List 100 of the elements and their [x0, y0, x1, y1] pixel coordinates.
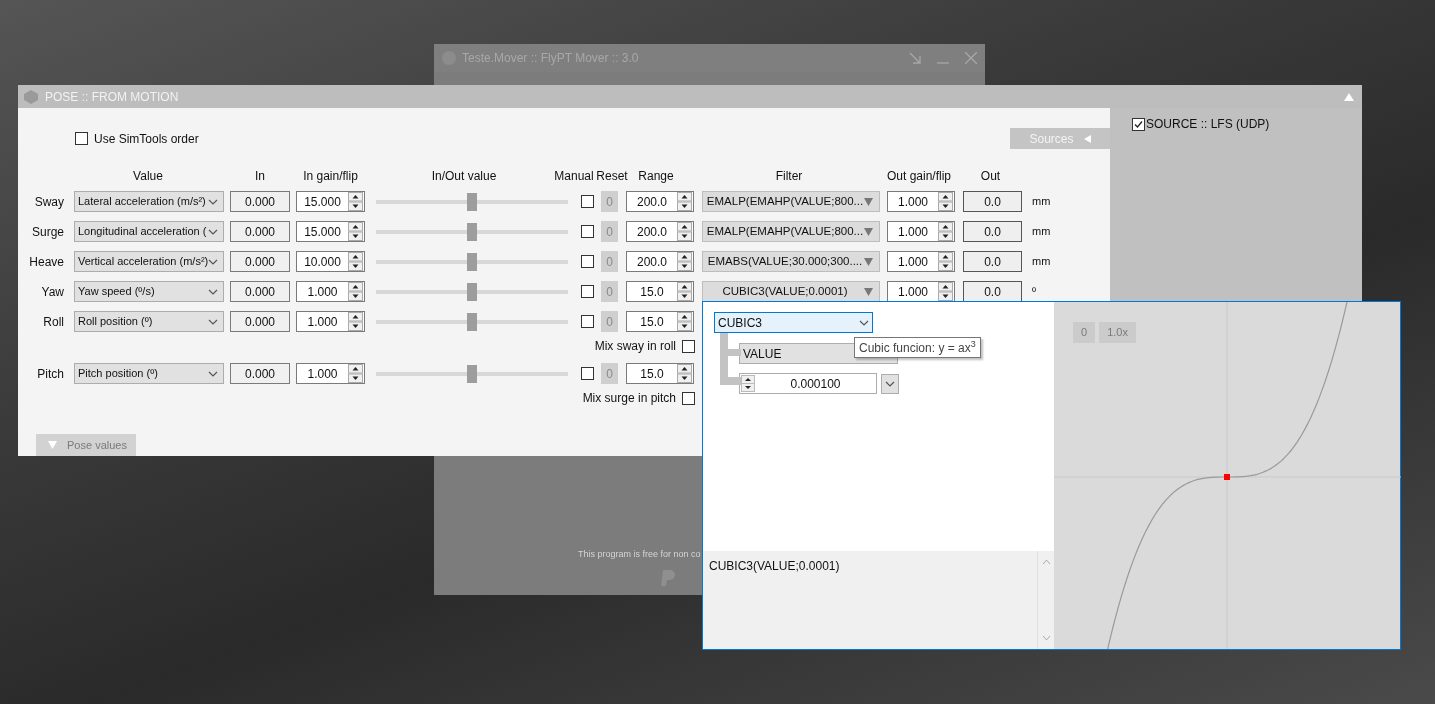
spin-arrows-icon[interactable]: [938, 282, 953, 301]
parameter-field[interactable]: 0.000100: [739, 373, 877, 394]
filter-dropdown[interactable]: CUBIC3(VALUE;0.0001): [702, 281, 880, 302]
filter-dropdown[interactable]: EMALP(EMAHP(VALUE;800...: [702, 221, 880, 242]
chevron-down-icon: [208, 370, 218, 377]
triangle-down-icon: [864, 257, 873, 266]
manual-checkbox[interactable]: [581, 367, 594, 380]
chevron-down-icon: [208, 258, 219, 265]
mix-checkbox[interactable]: [682, 339, 695, 353]
signal-source-dropdown[interactable]: Longitudinal acceleration (: [74, 221, 224, 242]
column-header: Out: [979, 168, 1002, 185]
axis-label: Surge: [30, 223, 64, 241]
spin-arrows-icon[interactable]: [677, 312, 692, 331]
expression-text: CUBIC3(VALUE;0.0001): [708, 558, 841, 575]
unit-label: mm: [1032, 224, 1051, 240]
triangle-down-icon: [48, 441, 57, 449]
spin-arrows-icon[interactable]: [348, 364, 363, 383]
axis-label: Roll: [42, 313, 64, 331]
number-field[interactable]: 10.000: [296, 251, 365, 272]
slider-thumb[interactable]: [467, 222, 477, 241]
spin-arrows-icon[interactable]: [741, 375, 755, 392]
signal-source-dropdown[interactable]: Pitch position (º): [74, 363, 224, 384]
column-header: In/Out value: [430, 168, 498, 185]
filter-dropdown[interactable]: EMABS(VALUE;30.000;300....: [702, 251, 880, 272]
out-value-field: 0.0: [963, 281, 1022, 302]
mix-label: Mix surge in pitch: [582, 390, 676, 407]
number-field[interactable]: 200.0: [626, 221, 694, 242]
triangle-down-icon: [864, 227, 873, 236]
number-field[interactable]: 1.000: [887, 221, 955, 242]
manual-checkbox[interactable]: [581, 255, 594, 268]
slider-thumb[interactable]: [467, 192, 477, 211]
app-icon: [23, 88, 39, 105]
slider[interactable]: [376, 282, 568, 301]
manual-checkbox[interactable]: [581, 225, 594, 238]
chevron-down-icon: [859, 319, 869, 326]
chevron-down-icon: [208, 228, 218, 235]
filter-dropdown[interactable]: EMALP(EMAHP(VALUE;800...: [702, 191, 880, 212]
signal-source-dropdown[interactable]: Yaw speed (º/s): [74, 281, 224, 302]
slider[interactable]: [376, 312, 568, 331]
spin-arrows-icon[interactable]: [677, 364, 692, 383]
manual-checkbox[interactable]: [581, 195, 594, 208]
number-field[interactable]: 15.000: [296, 191, 365, 212]
column-header: In gain/flip: [302, 168, 359, 185]
number-field[interactable]: 15.000: [296, 221, 365, 242]
source-checkbox[interactable]: [1132, 117, 1145, 131]
chevron-down-icon: [208, 198, 218, 205]
spin-arrows-icon[interactable]: [938, 252, 953, 271]
origin-marker-icon: [1224, 474, 1230, 480]
axis-label: Heave: [28, 253, 64, 271]
mix-checkbox[interactable]: [682, 391, 695, 405]
number-field[interactable]: 200.0: [626, 191, 694, 212]
spin-arrows-icon[interactable]: [348, 192, 363, 211]
spin-arrows-icon[interactable]: [677, 192, 692, 211]
column-header: In: [254, 168, 266, 185]
number-field[interactable]: 1.000: [296, 311, 365, 332]
spin-arrows-icon[interactable]: [677, 252, 692, 271]
slider[interactable]: [376, 364, 568, 383]
simtools-order-label: Use SimTools order: [94, 130, 199, 148]
slider[interactable]: [376, 252, 568, 271]
slider-thumb[interactable]: [467, 252, 477, 271]
signal-source-dropdown[interactable]: Roll position (º): [74, 311, 224, 332]
spin-arrows-icon[interactable]: [348, 252, 363, 271]
tooltip: Cubic funcion: y = ax$^{3}$: [854, 337, 981, 358]
in-value-field: 0.000: [230, 311, 290, 332]
out-value-field: 0.0: [963, 191, 1022, 212]
slider-thumb[interactable]: [467, 312, 477, 331]
spin-arrows-icon[interactable]: [677, 282, 692, 301]
number-field[interactable]: 1.000: [887, 191, 955, 212]
signal-source-dropdown[interactable]: Lateral acceleration (m/s²): [74, 191, 224, 212]
simtools-order-checkbox[interactable]: [75, 132, 88, 145]
number-field[interactable]: 15.0: [626, 363, 694, 384]
number-field[interactable]: 200.0: [626, 251, 694, 272]
column-header: Out gain/flip: [885, 168, 952, 185]
slider[interactable]: [376, 222, 568, 241]
number-field[interactable]: 1.000: [887, 281, 955, 302]
number-field[interactable]: 15.0: [626, 281, 694, 302]
chevron-down-icon: [885, 380, 895, 387]
dropdown-button[interactable]: [881, 373, 899, 394]
column-header: Reset: [596, 168, 628, 185]
in-value-field: 0.000: [230, 363, 290, 384]
spin-arrows-icon[interactable]: [677, 222, 692, 241]
spin-arrows-icon[interactable]: [938, 192, 953, 211]
slider[interactable]: [376, 192, 568, 211]
signal-source-dropdown[interactable]: Vertical acceleration (m/s²): [74, 251, 224, 272]
function-dropdown[interactable]: CUBIC3: [714, 312, 873, 333]
number-field[interactable]: 15.0: [626, 311, 694, 332]
column-header: Value: [132, 168, 164, 185]
spin-arrows-icon[interactable]: [348, 312, 363, 331]
manual-checkbox[interactable]: [581, 315, 594, 328]
column-header: Range: [637, 168, 675, 185]
number-field[interactable]: 1.000: [296, 363, 365, 384]
spin-arrows-icon[interactable]: [938, 222, 953, 241]
number-field[interactable]: 1.000: [887, 251, 955, 272]
spin-arrows-icon[interactable]: [348, 222, 363, 241]
number-field[interactable]: 1.000: [296, 281, 365, 302]
slider-thumb[interactable]: [467, 364, 477, 383]
spin-arrows-icon[interactable]: [348, 282, 363, 301]
manual-checkbox[interactable]: [581, 285, 594, 298]
slider-thumb[interactable]: [467, 282, 477, 301]
chevron-down-icon: [208, 318, 218, 325]
